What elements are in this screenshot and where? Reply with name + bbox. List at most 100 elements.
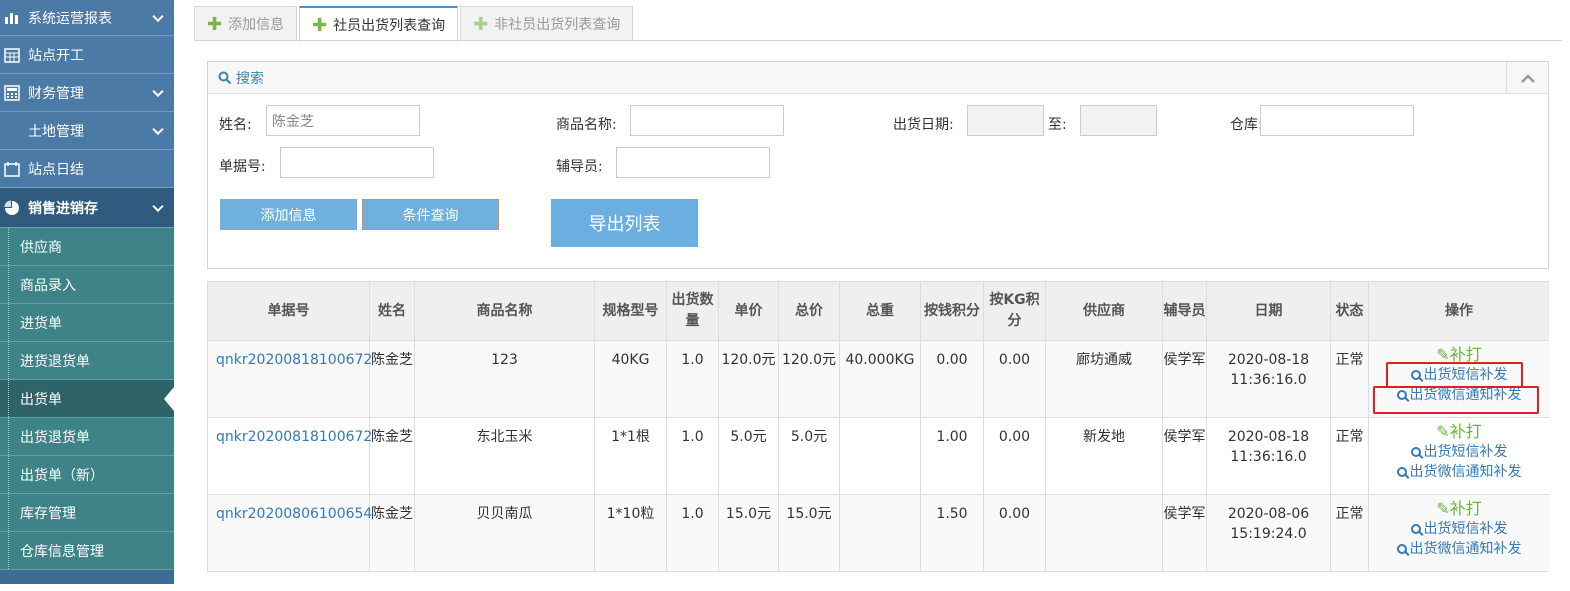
tab-add-info[interactable]: ✚ 添加信息 [194,6,298,41]
sidebar-subitem-label: 出货单（新） [20,467,104,484]
sidebar: 系统运营报表站点开工财务管理土地管理站点日结销售进销存 供应商商品录入进货单进货… [0,0,174,584]
table-header-row: 单据号 姓名 商品名称 规格型号 出货数量 单价 总价 总重 按钱积分 按KG积分 供应商 辅导员 日期… [207,281,1549,341]
plus-icon: ✚ [312,14,328,36]
bill-no-input[interactable] [280,147,434,178]
pie-chart-icon [2,198,22,218]
cell-product: 贝贝南瓜 [414,494,595,572]
actions-cell: ✎补打 出货短信补发 出货微信通知补发 [1368,417,1549,495]
wechat-resend-label: 出货微信通知补发 [1409,541,1522,557]
cell-total: 15.0元 [778,494,840,572]
sms-resend-label: 出货短信补发 [1423,521,1508,537]
sidebar-item-label: 土地管理 [28,123,84,140]
wechat-resend-link[interactable]: 出货微信通知补发 [1369,462,1549,482]
search-icon [1410,370,1421,380]
sidebar-subitem-2[interactable]: 进货单 [0,304,174,342]
bill-no-link[interactable]: qnkr20200806100654 [207,494,372,572]
plus-icon: ✚ [473,13,489,35]
ship-date-label: 出货日期: [893,117,954,133]
tab-member-shipment-query[interactable]: ✚ 社员出货列表查询 [299,6,459,42]
export-list-button[interactable]: 导出列表 [551,199,698,247]
wechat-resend-link[interactable]: 出货微信通知补发 [1369,539,1549,559]
product-name-input[interactable] [630,105,784,136]
search-panel-title: 搜索 [236,70,264,87]
bill-no-link[interactable]: qnkr20200818100672 [207,340,372,418]
sidebar-subitem-label: 商品录入 [20,277,76,294]
condition-query-button[interactable]: 条件查询 [362,199,499,230]
reprint-link[interactable]: ✎补打 [1369,345,1549,365]
column-header: 总重 [839,281,921,341]
chevron-up-icon [1520,73,1535,83]
table-row: qnkr20200818100672 陈金芝 东北玉米 1*1根 1.0 5.0元 5.0元… [207,417,1549,495]
cell-unit-price: 5.0元 [718,417,779,495]
pencil-icon: ✎ [1436,422,1450,441]
date-to-label: 至: [1048,117,1067,133]
sidebar-subitem-label: 供应商 [20,239,62,256]
sidebar-subitem-3[interactable]: 进货退货单 [0,342,174,380]
sidebar-subitem-6[interactable]: 出货单（新） [0,456,174,494]
shipment-table-wrapper: 单据号 姓名 商品名称 规格型号 出货数量 单价 总价 总重 按钱积分 按KG积分 供应商 辅导员 日期… [207,281,1549,591]
reprint-label: 补打 [1449,345,1482,364]
sidebar-item-3[interactable]: 土地管理 [0,112,174,150]
sidebar-subitem-8[interactable]: 仓库信息管理 [0,532,174,570]
sidebar-item-1[interactable]: 站点开工 [0,36,174,74]
tab-bar: ✚ 添加信息 ✚ 社员出货列表查询 ✚ 非社员出货列表查询 [194,6,635,42]
ship-date-to-input[interactable] [1080,105,1157,136]
sidebar-subitem-7[interactable]: 库存管理 [0,494,174,532]
reprint-label: 补打 [1449,499,1482,518]
cell-name: 陈金芝 [369,417,415,495]
calendar-icon [2,159,22,179]
cell-status: 正常 [1330,340,1369,418]
collapse-button[interactable] [1506,62,1548,93]
sidebar-item-label: 财务管理 [28,85,84,102]
chevron-down-icon [152,200,164,212]
sidebar-subitem-label: 出货退货单 [20,429,90,446]
actions-cell: ✎补打 出货短信补发 出货微信通知补发 [1368,340,1549,418]
search-icon [1410,524,1421,534]
calculator-icon [2,83,22,103]
bar-chart-icon [2,8,22,28]
cell-supplier: 新发地 [1045,417,1163,495]
chevron-down-icon [152,123,164,135]
name-input[interactable] [266,105,420,136]
column-header: 日期 [1206,281,1331,341]
search-icon [1396,544,1407,554]
cell-money-points: 1.50 [920,494,984,572]
sidebar-item-5[interactable]: 销售进销存 [0,188,174,228]
sidebar-item-label: 系统运营报表 [28,10,112,27]
column-header: 按KG积分 [983,281,1046,341]
bill-no-link[interactable]: qnkr20200818100672 [207,417,372,495]
sidebar-item-2[interactable]: 财务管理 [0,74,174,112]
cell-unit-price: 15.0元 [718,494,779,572]
sms-resend-link[interactable]: 出货短信补发 [1369,519,1549,539]
sidebar-item-label: 站点日结 [28,161,84,178]
reprint-link[interactable]: ✎补打 [1369,499,1549,519]
add-info-button[interactable]: 添加信息 [220,199,357,230]
sidebar-item-label: 销售进销存 [28,200,98,217]
sidebar-subitem-4[interactable]: 出货单 [0,380,174,418]
sidebar-item-4[interactable]: 站点日结 [0,150,174,188]
cell-kg-points: 0.00 [983,340,1046,418]
sidebar-subitem-1[interactable]: 商品录入 [0,266,174,304]
sidebar-subitem-0[interactable]: 供应商 [0,228,174,266]
cell-name: 陈金芝 [369,494,415,572]
sidebar-item-0[interactable]: 系统运营报表 [0,0,174,36]
warehouse-label: 仓库: [1230,117,1263,133]
cell-assistant: 侯学军 [1162,494,1207,572]
cell-assistant: 侯学军 [1162,417,1207,495]
assistant-input[interactable] [616,147,770,178]
search-panel-header: 搜索 [208,62,1548,94]
sms-resend-link[interactable]: 出货短信补发 [1369,442,1549,462]
wechat-resend-link[interactable]: 出货微信通知补发 [1369,385,1549,405]
sms-resend-link[interactable]: 出货短信补发 [1369,365,1549,385]
cell-date: 2020-08-18 11:36:16.0 [1206,340,1331,418]
tab-nonmember-shipment-query[interactable]: ✚ 非社员出货列表查询 [460,6,634,41]
ship-date-from-input[interactable] [967,105,1044,136]
reprint-link[interactable]: ✎补打 [1369,422,1549,442]
tab-divider [194,40,1562,41]
sidebar-subitem-label: 进货退货单 [20,353,90,370]
warehouse-input[interactable] [1260,105,1414,136]
column-header: 规格型号 [594,281,667,341]
sidebar-subitem-5[interactable]: 出货退货单 [0,418,174,456]
product-name-label: 商品名称: [556,117,617,133]
cell-spec: 1*1根 [594,417,667,495]
